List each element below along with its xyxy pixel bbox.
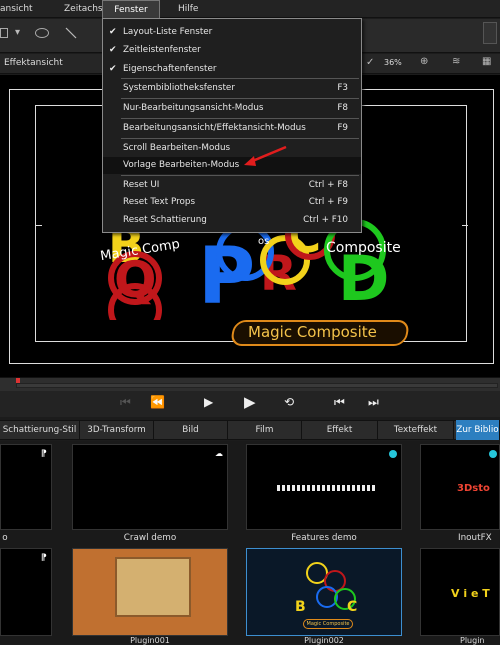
curve-text-right: Composite [326, 240, 401, 256]
tab-effekt[interactable]: Effekt [302, 420, 378, 440]
checkmark-icon: ✔ [109, 64, 117, 74]
sort-icon: ⁋ [41, 553, 47, 563]
menu-reset-text-props[interactable]: Reset Text Props Ctrl + F9 [103, 194, 361, 211]
play-icon[interactable]: ▶ [244, 393, 256, 411]
thumb-label: InoutFX [458, 533, 492, 543]
menu-bearbeitung-effekt[interactable]: Bearbeitungsansicht/Effektansicht-Modus F… [103, 120, 361, 137]
status-dot-icon [389, 450, 397, 458]
menu-fenster[interactable]: Fenster [102, 0, 160, 18]
chevron-down-icon[interactable]: ▾ [15, 27, 20, 38]
cloud-icon: ☁ [215, 449, 223, 458]
menu-nur-bearbeitung[interactable]: Nur-Bearbeitungsansicht-Modus F8 [103, 100, 361, 117]
menu-vorlage-bearbeiten[interactable]: Vorlage Bearbeiten-Modus [103, 157, 361, 174]
line-tool-icon[interactable] [64, 26, 78, 40]
tab-film[interactable]: Film [228, 420, 302, 440]
check-icon[interactable]: ✓ [366, 57, 374, 68]
thumb-partial-1[interactable]: ⁋ [0, 444, 52, 530]
step-forward-icon[interactable]: ▶ [204, 395, 213, 409]
thumb-label: o [2, 533, 8, 543]
menu-reset-schattierung[interactable]: Reset Schattierung Ctrl + F10 [103, 212, 361, 229]
checkmark-icon: ✔ [109, 27, 117, 37]
thumb-label: Features demo [291, 533, 357, 543]
grid-toggle-icon[interactable]: ▦ [482, 56, 491, 67]
menu-hilfe[interactable]: Hilfe [178, 0, 218, 18]
curve-text-mid: os [258, 236, 270, 247]
thumb-art-text: 3Dsto [457, 483, 490, 494]
menu-separator [121, 98, 359, 99]
menu-layout-liste[interactable]: ✔ Layout-Liste Fenster [103, 24, 361, 41]
thumb-art-text: V i e T [451, 587, 490, 600]
go-start-icon[interactable]: ⏮ [120, 395, 131, 410]
crosshair-icon[interactable]: ⊕ [420, 56, 428, 67]
loop-icon[interactable]: ⟲ [284, 395, 294, 409]
menu-scroll-bearbeiten[interactable]: Scroll Bearbeiten-Modus [103, 140, 361, 157]
zoom-level[interactable]: 36% [384, 58, 402, 67]
status-dot-icon [489, 450, 497, 458]
layers-icon[interactable]: ≋ [452, 56, 460, 67]
menu-separator [121, 175, 359, 176]
thumb-plugin001[interactable] [72, 548, 228, 636]
next-marker-icon[interactable]: ⏭ [368, 395, 379, 410]
thumb-features-demo[interactable] [246, 444, 402, 530]
menu-reset-ui[interactable]: Reset UI Ctrl + F8 [103, 177, 361, 194]
thumb-arena-picture [115, 557, 191, 617]
grid-icon[interactable] [483, 22, 497, 44]
tab-texteffekt[interactable]: Texteffekt [378, 420, 454, 440]
prev-marker-icon[interactable]: ⏮ [334, 395, 345, 410]
tab-3d-transform[interactable]: 3D-Transform [80, 420, 154, 440]
menu-systembibliothek[interactable]: Systembibliotheksfenster F3 [103, 80, 361, 97]
ellipse-tool-icon[interactable] [35, 28, 49, 38]
scrub-track[interactable] [16, 383, 498, 388]
fenster-dropdown-menu: ✔ Layout-Liste Fenster ✔ Zeitleistenfenste… [102, 18, 362, 233]
svg-text:B: B [295, 599, 306, 615]
red-arrow-icon [244, 145, 287, 166]
menu-eigenschaften[interactable]: ✔ Eigenschaftenfenster [103, 61, 361, 78]
step-back-icon[interactable]: ⏪ [150, 395, 165, 409]
menu-separator [121, 118, 359, 119]
menu-separator [121, 78, 359, 79]
rect-tool-icon[interactable] [0, 28, 8, 38]
thumb-crawl-demo[interactable]: ☁ [72, 444, 228, 530]
thumb-rings-art: B C [295, 562, 357, 615]
thumb-art [277, 485, 377, 491]
edge-tick-left [36, 225, 42, 226]
tab-zur-bibliothek[interactable]: Zur Biblio [456, 420, 500, 440]
tab-schattierung-stil[interactable]: Schattierung-Stil [0, 420, 80, 440]
checkmark-icon: ✔ [109, 45, 117, 55]
banner-text: Magic Composite [248, 323, 377, 341]
tab-bild[interactable]: Bild [154, 420, 228, 440]
svg-text:C: C [347, 599, 357, 615]
menu-ansicht[interactable]: ansicht [0, 0, 40, 18]
effect-view-tab[interactable]: Effektansicht [4, 58, 63, 68]
sort-icon: ⁋ [41, 449, 47, 459]
thumb-inoutfx[interactable]: 3Dsto [420, 444, 500, 530]
menu-zeitleisten[interactable]: ✔ Zeitleistenfenster [103, 42, 361, 59]
thumb-partial-2[interactable]: ⁋ [0, 548, 52, 636]
thumb-banner: Magic Composite [303, 619, 353, 629]
edge-tick-right [462, 225, 468, 226]
thumb-plugin002[interactable]: B C Magic Composite [246, 548, 402, 636]
menu-separator [121, 138, 359, 139]
thumb-label: Crawl demo [123, 533, 177, 543]
thumb-vietnam[interactable]: V i e T [420, 548, 500, 636]
